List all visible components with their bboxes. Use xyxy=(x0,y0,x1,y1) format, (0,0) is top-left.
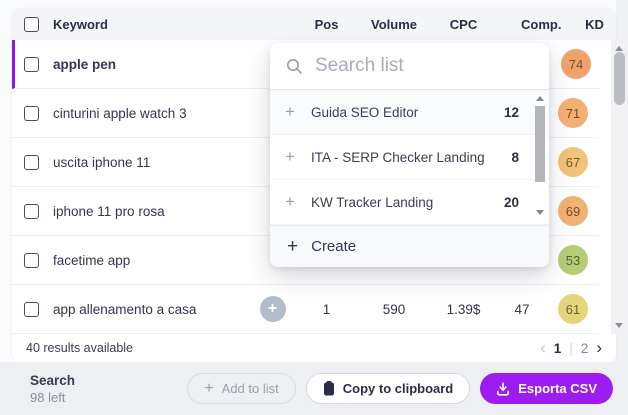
kd-cell: 69 xyxy=(547,196,599,226)
scrollbar-thumb[interactable] xyxy=(614,52,625,105)
kd-badge: 74 xyxy=(561,49,591,79)
keyword-cell: facetime app xyxy=(12,252,250,268)
keyword-label: iphone 11 pro rosa xyxy=(53,203,165,219)
create-list-button[interactable]: + Create xyxy=(270,225,549,267)
volume-value: 590 xyxy=(382,301,406,317)
pagination-page-2[interactable]: 2 xyxy=(581,341,589,356)
table-row[interactable]: app allenamento a casa + 1 590 1.39$ 47 … xyxy=(12,285,599,334)
cpc-value: 1.39$ xyxy=(446,301,481,317)
plus-icon: + xyxy=(204,379,214,397)
plus-icon: + xyxy=(285,102,295,121)
table-header-row: Keyword Pos Volume CPC Comp. KD xyxy=(12,8,616,40)
results-count-label: 40 results available xyxy=(26,341,134,355)
row-checkbox[interactable] xyxy=(24,301,39,317)
row-add-cell: + xyxy=(250,296,295,322)
add-to-list-popover: + Guida SEO Editor 12 + ITA - SERP Check… xyxy=(270,43,549,267)
credits-remaining: 98 left xyxy=(30,389,66,405)
table-vertical-scrollbar[interactable] xyxy=(611,40,628,334)
keyword-label: app allenamento a casa xyxy=(53,301,197,317)
list-item-count: 12 xyxy=(503,104,519,120)
list-item-label: KW Tracker Landing xyxy=(311,194,434,210)
keyword-cell: apple pen xyxy=(15,56,253,72)
list-item-label: Guida SEO Editor xyxy=(311,104,419,120)
table-footer: 40 results available ‹ 1 | 2 › xyxy=(12,334,616,362)
scroll-up-arrow-icon[interactable] xyxy=(536,96,544,101)
keyword-cell: uscita iphone 11 xyxy=(12,154,250,170)
kd-badge: 71 xyxy=(558,98,588,128)
kd-cell: 61 xyxy=(547,294,599,324)
popover-scrollbar[interactable] xyxy=(534,90,547,225)
keyword-cell: iphone 11 pro rosa xyxy=(12,203,250,219)
kd-badge: 61 xyxy=(558,294,588,324)
list-item-label: ITA - SERP Checker Landing xyxy=(311,149,485,165)
list-item-count: 20 xyxy=(503,194,519,210)
pagination-page-1[interactable]: 1 xyxy=(554,341,562,356)
row-checkbox[interactable] xyxy=(24,154,39,170)
scroll-down-arrow-icon[interactable] xyxy=(536,210,544,215)
row-checkbox[interactable] xyxy=(24,56,39,72)
list-item-ita-serp-checker-landing[interactable]: + ITA - SERP Checker Landing 8 xyxy=(270,135,549,180)
column-label-cpc: CPC xyxy=(449,16,478,32)
list-item-guida-seo-editor[interactable]: + Guida SEO Editor 12 xyxy=(270,90,549,135)
column-label-kd: KD xyxy=(585,16,604,32)
list-search-bar xyxy=(270,43,549,90)
keyword-label: facetime app xyxy=(53,252,131,268)
kd-cell: 71 xyxy=(547,98,599,128)
select-all-checkbox[interactable] xyxy=(24,16,39,32)
download-icon xyxy=(497,381,510,396)
plus-icon: + xyxy=(285,147,295,166)
kd-cell: 53 xyxy=(547,245,599,275)
list-search-input[interactable] xyxy=(315,55,515,77)
search-credits: Search 98 left xyxy=(30,373,75,405)
pagination-prev-icon[interactable]: ‹ xyxy=(540,338,546,358)
column-label-pos: Pos xyxy=(314,16,339,32)
kd-cell: 67 xyxy=(547,147,599,177)
clipboard-icon xyxy=(323,381,334,396)
add-to-list-circle-icon[interactable]: + xyxy=(259,296,286,322)
header-cell-keyword: Keyword xyxy=(12,16,250,32)
column-label-comp: Comp. xyxy=(521,16,562,32)
add-to-list-button[interactable]: + Add to list xyxy=(187,373,296,404)
keyword-research-panel: Keyword Pos Volume CPC Comp. KD apple pe… xyxy=(0,0,628,415)
kd-badge: 67 xyxy=(558,147,588,177)
pagination-next-icon[interactable]: › xyxy=(596,338,602,358)
list-item-kw-tracker-landing[interactable]: + KW Tracker Landing 20 xyxy=(270,180,549,225)
kd-badge: 69 xyxy=(558,196,588,226)
column-label-keyword: Keyword xyxy=(53,16,108,32)
keyword-cell: app allenamento a casa xyxy=(12,301,250,317)
export-csv-label: Esporta CSV xyxy=(518,381,597,396)
keyword-label: uscita iphone 11 xyxy=(53,154,151,170)
row-checkbox[interactable] xyxy=(24,105,39,121)
list-options: + Guida SEO Editor 12 + ITA - SERP Check… xyxy=(270,90,549,225)
keyword-cell: cinturini apple watch 3 xyxy=(12,105,250,121)
list-item-count: 8 xyxy=(511,149,519,165)
copy-to-clipboard-label: Copy to clipboard xyxy=(342,381,454,396)
plus-icon: + xyxy=(287,235,299,257)
pagination-separator: | xyxy=(569,340,573,356)
export-csv-button[interactable]: Esporta CSV xyxy=(480,373,613,404)
pos-value: 1 xyxy=(322,301,331,317)
keyword-label: cinturini apple watch 3 xyxy=(53,105,187,121)
copy-to-clipboard-button[interactable]: Copy to clipboard xyxy=(305,373,471,404)
kd-cell: 74 xyxy=(550,49,602,79)
pagination: ‹ 1 | 2 › xyxy=(540,338,602,358)
kd-badge: 53 xyxy=(558,245,588,275)
comp-value: 47 xyxy=(514,301,530,317)
row-checkbox[interactable] xyxy=(24,252,39,268)
row-checkbox[interactable] xyxy=(24,203,39,219)
add-to-list-label: Add to list xyxy=(221,381,279,396)
scroll-down-arrow-icon[interactable] xyxy=(615,323,623,328)
column-label-volume: Volume xyxy=(371,16,417,32)
create-label: Create xyxy=(311,238,357,255)
action-buttons: + Add to list Copy to clipboard Esporta … xyxy=(187,373,613,404)
search-icon xyxy=(286,58,302,74)
keyword-label: apple pen xyxy=(53,56,117,72)
plus-icon: + xyxy=(285,192,295,211)
scrollbar-thumb[interactable] xyxy=(535,106,545,182)
credits-title: Search xyxy=(30,372,76,388)
scroll-up-arrow-icon[interactable] xyxy=(615,46,623,51)
action-bar: Search 98 left + Add to list Copy to cli… xyxy=(0,362,628,415)
